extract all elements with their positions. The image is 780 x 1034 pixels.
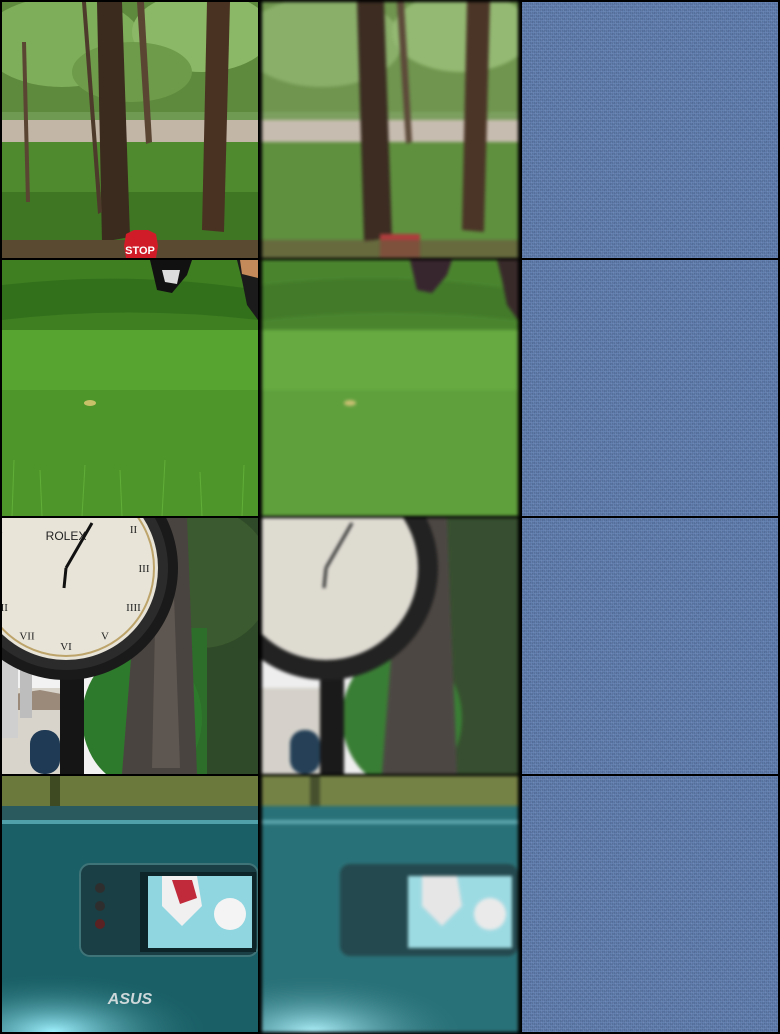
clock-original-image: ROLEX XIIIIIIIIIIIIVVIVIIVIIIIXXXI [2, 518, 258, 774]
clock-numeral: IIII [126, 602, 141, 614]
grass-reconstruction-image [262, 260, 518, 516]
laptop-logo: ASUS [107, 991, 153, 1008]
clock-numeral: VI [60, 641, 72, 653]
clock-numeral: VII [19, 631, 35, 643]
clock-numeral: III [139, 563, 150, 575]
laptop-original-image: ASUS [2, 776, 258, 1032]
clock-noise-image [522, 518, 778, 774]
stop-sign: STOP [124, 230, 158, 258]
grass-original-image [2, 260, 258, 516]
stop-sign-text: STOP [125, 245, 155, 257]
grass-noise-image [522, 260, 778, 516]
media-panel [79, 863, 258, 957]
forest-reconstruction-image [262, 2, 518, 258]
clock-hour-hand [62, 567, 68, 589]
laptop-reconstruction-image [262, 776, 518, 1032]
forest-noise-image [522, 2, 778, 258]
clock-numeral: II [130, 524, 138, 536]
forest-original-image: STOP [2, 2, 258, 258]
clock-reconstruction-image [262, 518, 518, 774]
laptop-noise-image [522, 776, 778, 1032]
clock-numeral: V [101, 631, 109, 643]
clock-numeral: VIII [2, 602, 8, 614]
image-comparison-grid: STOP ROLEX II III IIII V VI VII II ASUS [0, 0, 780, 1034]
clock-numeral: X [2, 524, 3, 536]
